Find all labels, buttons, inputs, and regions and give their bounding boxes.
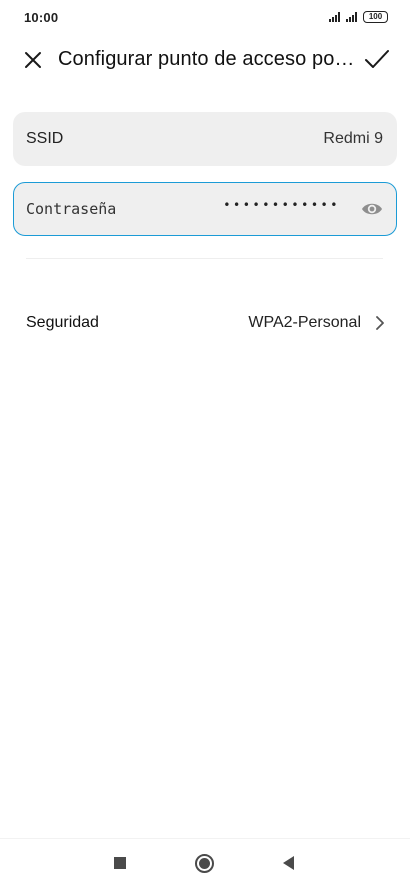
back-icon[interactable] [283,856,294,870]
close-button[interactable] [22,49,44,71]
ssid-field[interactable]: SSID Redmi 9 [13,112,397,166]
confirm-button[interactable] [364,48,390,72]
page-title: Configurar punto de acceso po… [58,48,355,70]
security-row[interactable]: Seguridad WPA2-Personal [0,300,410,346]
status-bar: 10:00 100 [0,0,410,36]
check-icon [365,50,389,68]
password-value[interactable]: •••••••••••• [223,198,340,212]
status-time: 10:00 [24,10,59,25]
ssid-label: SSID [26,130,64,147]
header: Configurar punto de acceso po… [0,40,410,80]
toggle-visibility-button[interactable] [360,198,384,220]
password-placeholder: Contraseña [26,200,117,218]
battery-icon: 100 [363,11,388,23]
status-icons: 100 [329,11,388,23]
security-label: Seguridad [26,314,99,331]
security-value: WPA2-Personal [248,314,361,331]
navigation-bar [0,838,410,888]
ssid-value[interactable]: Redmi 9 [323,130,383,148]
recents-icon[interactable] [114,857,126,869]
chevron-right-icon [376,316,384,330]
battery-level: 100 [368,12,383,21]
eye-icon [362,203,382,215]
signal-icon [346,12,357,22]
password-field[interactable]: Contraseña •••••••••••• [13,182,397,236]
home-icon[interactable] [195,854,214,873]
signal-icon [329,12,340,22]
close-icon [25,52,41,68]
divider [26,258,383,259]
